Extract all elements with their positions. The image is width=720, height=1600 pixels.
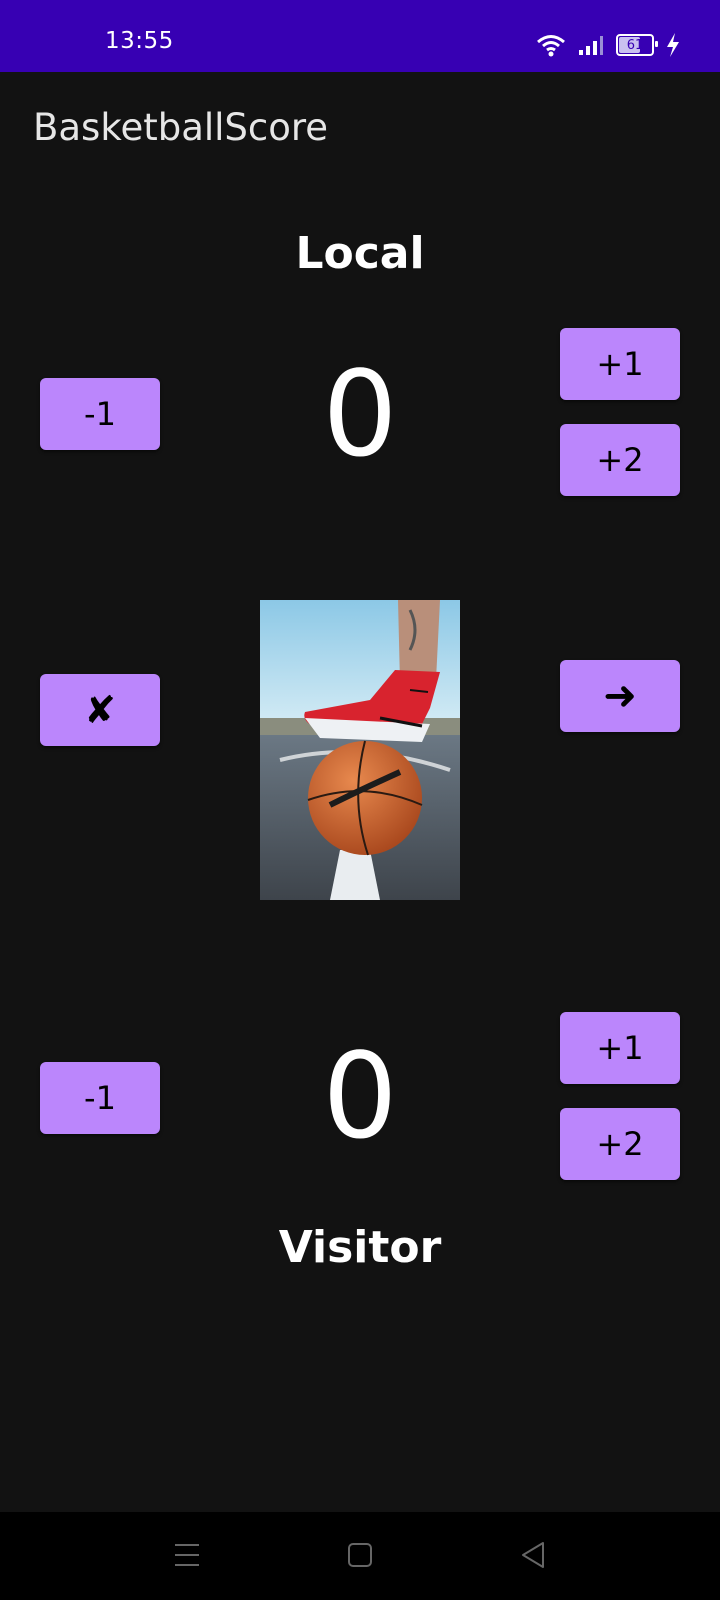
battery-level: 61 xyxy=(626,37,644,53)
visitor-team-name: Visitor xyxy=(278,1222,442,1273)
next-button[interactable]: ➜ xyxy=(560,660,680,732)
app-title: BasketballScore xyxy=(33,106,329,149)
status-time: 13:55 xyxy=(105,28,174,54)
status-bar: 13:55 61 xyxy=(0,0,720,72)
charging-icon xyxy=(667,33,679,57)
menu-icon[interactable] xyxy=(174,1542,200,1568)
back-icon[interactable] xyxy=(520,1541,546,1569)
visitor-plus-one-button[interactable]: +1 xyxy=(560,1012,680,1084)
local-plus-one-button[interactable]: +1 xyxy=(560,328,680,400)
reset-icon: ✘ xyxy=(84,688,116,732)
basketball-sneaker-illustration xyxy=(260,600,460,900)
battery-icon: 61 xyxy=(616,34,658,56)
local-plus-two-button[interactable]: +2 xyxy=(560,424,680,496)
status-icons: 61 xyxy=(536,30,680,60)
home-icon[interactable] xyxy=(347,1542,373,1568)
signal-icon xyxy=(579,36,603,55)
navigation-bar xyxy=(0,1512,720,1600)
arrow-right-icon: ➜ xyxy=(603,673,637,719)
basketball-image xyxy=(260,600,460,900)
visitor-plus-two-button[interactable]: +2 xyxy=(560,1108,680,1180)
reset-button[interactable]: ✘ xyxy=(40,674,160,746)
local-minus-one-button[interactable]: -1 xyxy=(40,378,160,450)
wifi-icon xyxy=(537,35,565,57)
local-team-name: Local xyxy=(295,228,425,279)
